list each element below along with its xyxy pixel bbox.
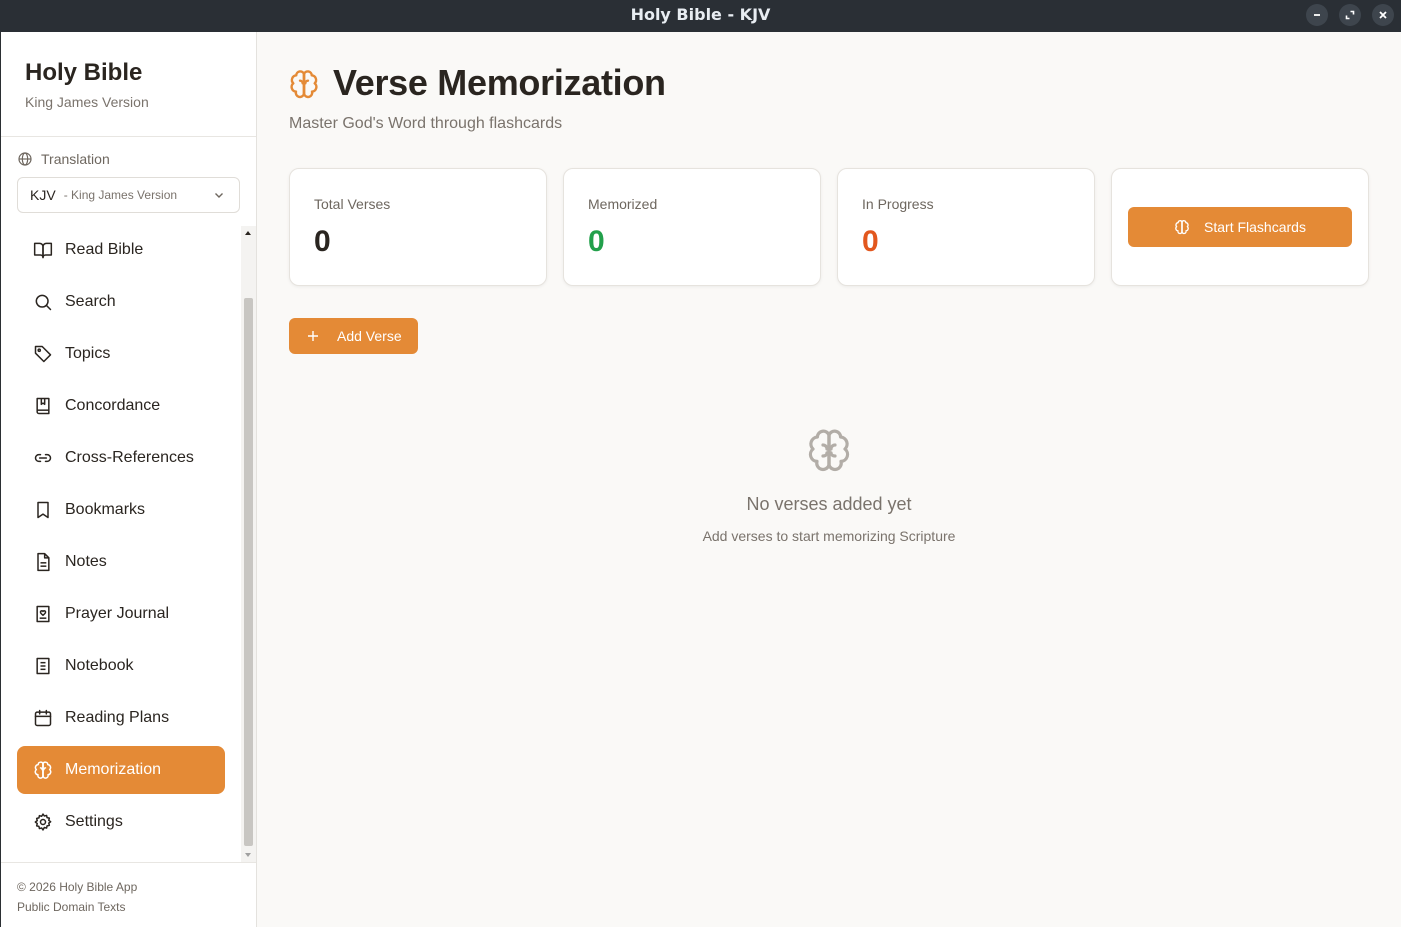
sidebar-item-notebook[interactable]: Notebook xyxy=(17,642,225,690)
close-icon xyxy=(1379,11,1387,19)
license-text: Public Domain Texts xyxy=(17,900,126,914)
stat-label: In Progress xyxy=(862,196,934,212)
sidebar-nav: Read Bible Search Topics Concordance Cro… xyxy=(1,226,241,862)
stat-label: Memorized xyxy=(588,196,658,212)
main-content: Verse Memorization Master God's Word thr… xyxy=(257,32,1401,927)
window-title: Holy Bible - KJV xyxy=(630,5,771,24)
sidebar-item-read-bible[interactable]: Read Bible xyxy=(17,226,225,274)
scroll-up-arrow-icon[interactable] xyxy=(245,231,251,235)
sidebar-item-memorization[interactable]: Memorization xyxy=(17,746,225,794)
search-icon xyxy=(35,294,52,311)
translation-label: Translation xyxy=(17,151,110,167)
sidebar-item-label: Bookmarks xyxy=(65,501,146,518)
book-open-icon xyxy=(33,242,53,259)
add-verse-label: Add Verse xyxy=(337,328,402,344)
start-flashcards-button[interactable]: Start Flashcards xyxy=(1128,207,1352,247)
empty-state-title: No verses added yet xyxy=(746,494,912,514)
sidebar: Holy Bible King James Version Translatio… xyxy=(1,32,257,927)
sidebar-item-label: Notebook xyxy=(65,657,134,674)
empty-state-subtitle: Add verses to start memorizing Scripture xyxy=(702,528,956,544)
scroll-down-arrow-icon[interactable] xyxy=(245,853,251,857)
notebook-icon xyxy=(36,657,50,675)
sidebar-item-label: Reading Plans xyxy=(65,709,170,726)
stat-label: Total Verses xyxy=(314,196,391,212)
sidebar-item-label: Memorization xyxy=(65,761,162,778)
app-subtitle: King James Version xyxy=(25,94,149,110)
sidebar-item-label: Cross-References xyxy=(65,449,194,466)
window-titlebar: Holy Bible - KJV xyxy=(0,0,1401,32)
sidebar-brand: Holy Bible King James Version xyxy=(1,32,256,137)
stat-card-in-progress: In Progress 0 xyxy=(837,168,1095,286)
file-text-icon xyxy=(37,552,50,572)
translation-code: KJV xyxy=(30,187,56,203)
translation-label-text: Translation xyxy=(41,151,110,167)
maximize-icon xyxy=(1345,10,1355,20)
page-subtitle: Master God's Word through flashcards xyxy=(289,115,563,132)
translation-name: - King James Version xyxy=(63,188,178,202)
sidebar-item-prayer-journal[interactable]: Prayer Journal xyxy=(17,590,225,638)
app-window: Holy Bible King James Version Translatio… xyxy=(1,32,1401,927)
close-button[interactable] xyxy=(1372,4,1394,26)
brain-icon xyxy=(808,429,850,472)
brain-icon xyxy=(290,70,318,99)
sidebar-item-label: Prayer Journal xyxy=(65,605,170,622)
globe-icon xyxy=(18,152,32,166)
minimize-icon xyxy=(1314,14,1320,16)
brain-icon xyxy=(34,761,52,779)
sidebar-item-label: Settings xyxy=(65,813,123,830)
sidebar-item-label: Concordance xyxy=(65,397,161,414)
bookmark-icon xyxy=(37,501,49,519)
start-flashcards-label: Start Flashcards xyxy=(1204,219,1306,235)
scrollbar-thumb[interactable] xyxy=(244,298,253,846)
stat-card-total-verses: Total Verses 0 xyxy=(289,168,547,286)
sidebar-item-label: Read Bible xyxy=(65,241,144,258)
app-title: Holy Bible xyxy=(25,59,143,86)
book-bookmark-icon xyxy=(36,397,50,415)
gear-icon xyxy=(34,813,52,831)
maximize-button[interactable] xyxy=(1339,4,1361,26)
calendar-icon xyxy=(34,709,52,727)
page-title: Verse Memorization xyxy=(333,62,666,103)
sidebar-item-cross-references[interactable]: Cross-References xyxy=(17,434,225,482)
copyright-text: © 2026 Holy Bible App xyxy=(17,880,138,894)
sidebar-item-label: Search xyxy=(65,293,116,310)
add-verse-button[interactable]: Add Verse xyxy=(289,318,418,354)
sidebar-item-concordance[interactable]: Concordance xyxy=(17,382,225,430)
sidebar-item-bookmarks[interactable]: Bookmarks xyxy=(17,486,225,534)
sidebar-footer: © 2026 Holy Bible App Public Domain Text… xyxy=(1,862,256,927)
sidebar-item-topics[interactable]: Topics xyxy=(17,330,225,378)
chevron-down-icon xyxy=(215,193,223,198)
stat-value: 0 xyxy=(314,225,331,258)
brain-icon xyxy=(1175,220,1189,235)
tag-icon xyxy=(34,345,52,363)
stat-value: 0 xyxy=(862,225,879,258)
sidebar-scrollbar[interactable] xyxy=(241,226,256,862)
sidebar-item-reading-plans[interactable]: Reading Plans xyxy=(17,694,225,742)
sidebar-item-search[interactable]: Search xyxy=(17,278,225,326)
minimize-button[interactable] xyxy=(1306,4,1328,26)
translation-select[interactable]: KJV - King James Version xyxy=(17,177,240,213)
sidebar-item-label: Topics xyxy=(65,345,111,362)
flashcards-card: Start Flashcards xyxy=(1111,168,1369,286)
stat-value: 0 xyxy=(588,225,605,258)
link-icon xyxy=(34,453,52,463)
heart-book-icon xyxy=(36,605,50,623)
stat-card-memorized: Memorized 0 xyxy=(563,168,821,286)
sidebar-item-label: Notes xyxy=(65,553,107,570)
sidebar-item-settings[interactable]: Settings xyxy=(17,798,225,846)
plus-icon xyxy=(308,331,318,341)
sidebar-item-notes[interactable]: Notes xyxy=(17,538,225,586)
